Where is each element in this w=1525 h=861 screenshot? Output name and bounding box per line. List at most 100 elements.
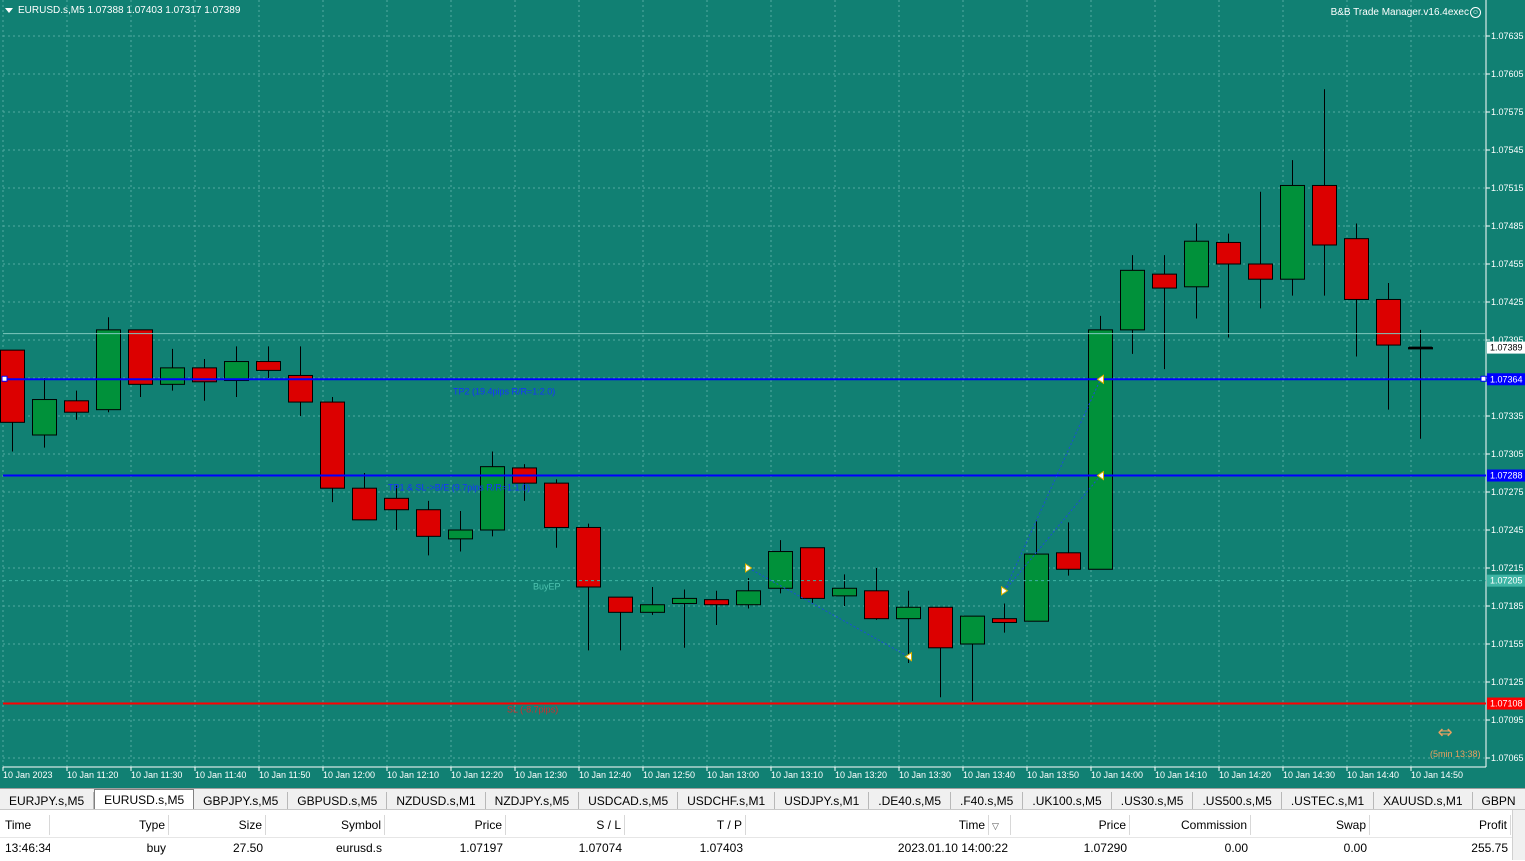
line-handle-icon[interactable]: [1480, 375, 1487, 382]
header-profit[interactable]: Profit: [1370, 815, 1511, 835]
bull-candle[interactable]: [1280, 184, 1305, 280]
bull-candle[interactable]: [672, 597, 697, 604]
time-tick-label: 10 Jan 13:30: [899, 770, 951, 780]
symbol-tab[interactable]: .US500.s,M5: [1193, 792, 1282, 810]
header-tp[interactable]: T / P: [625, 815, 746, 835]
bear-candle[interactable]: [352, 487, 377, 521]
bear-candle[interactable]: [608, 596, 633, 613]
header-time[interactable]: Time: [2, 815, 50, 835]
tp2-price-tag: 1.07364: [1490, 374, 1523, 384]
time-tick-label: 10 Jan 13:10: [771, 770, 823, 780]
bear-candle[interactable]: [1312, 184, 1337, 246]
bull-candle[interactable]: [448, 529, 473, 540]
chart-menu-arrow-icon[interactable]: [5, 8, 13, 13]
bull-candle[interactable]: [640, 604, 665, 613]
header-price[interactable]: Price: [385, 815, 506, 835]
time-tick-label: 10 Jan 11:40: [195, 770, 246, 780]
bear-candle[interactable]: [128, 329, 153, 385]
tp1-label: TP1 & SL->B/E (9.7pips R/R=1:1.0): [388, 483, 530, 493]
bull-candle[interactable]: [32, 399, 57, 436]
price-tick-label: 1.07575: [1491, 107, 1524, 117]
bear-candle[interactable]: [1344, 238, 1369, 300]
symbol-tab[interactable]: NZDUSD.s,M1: [387, 792, 486, 810]
bear-candle[interactable]: [992, 618, 1017, 623]
bull-candle[interactable]: [1120, 269, 1145, 331]
time-tick-label: 10 Jan 11:50: [259, 770, 310, 780]
bear-candle[interactable]: [576, 526, 601, 588]
bull-candle[interactable]: [160, 367, 185, 385]
bull-candle[interactable]: [896, 606, 921, 620]
countdown-label: (5min 13:38): [1430, 749, 1481, 759]
smiley-icon[interactable]: ☺: [1470, 7, 1481, 18]
chart-background: [0, 0, 1525, 788]
symbol-tab[interactable]: USDCHF.s,M1: [678, 792, 776, 810]
symbol-tab[interactable]: XAUUSD.s,M1: [1374, 792, 1473, 810]
time-tick-label: 10 Jan 14:30: [1283, 770, 1335, 780]
bear-candle[interactable]: [1248, 263, 1273, 280]
header-sl[interactable]: S / L: [506, 815, 625, 835]
entry-price-tag: 1.07205: [1490, 576, 1523, 586]
bear-candle[interactable]: [1216, 241, 1241, 265]
trade-row[interactable]: 13:46:34 buy 27.50 eurusd.s 1.07197 1.07…: [0, 837, 1513, 858]
price-tick-label: 1.07065: [1491, 753, 1524, 763]
bull-candle[interactable]: [1184, 240, 1209, 288]
trade-sl: 1.07074: [578, 841, 622, 855]
header-swap[interactable]: Swap: [1251, 815, 1370, 835]
price-tick-label: 1.07215: [1491, 563, 1524, 573]
tab-scroll-arrows-icon[interactable]: [1515, 789, 1525, 809]
price-chart[interactable]: 1.07635 1.07605 1.07575 1.07545 1.07515 1.074…: [0, 0, 1525, 788]
header-symbol[interactable]: Symbol: [266, 815, 385, 835]
symbol-tab[interactable]: EURJPY.s,M5: [0, 792, 95, 810]
symbol-tab[interactable]: GBPUSD.s,M5: [288, 792, 388, 810]
header-close-price[interactable]: Price: [1011, 815, 1130, 835]
bull-candle[interactable]: [768, 551, 793, 589]
symbol-tab[interactable]: EURUSD.s,M5: [94, 789, 195, 810]
bear-candle[interactable]: [704, 599, 729, 606]
bear-candle[interactable]: [0, 349, 25, 423]
bull-candle[interactable]: [960, 615, 985, 645]
vertical-scrollbar[interactable]: [1512, 810, 1525, 860]
bear-candle[interactable]: [864, 590, 889, 620]
bear-candle[interactable]: [64, 400, 89, 413]
bear-candle[interactable]: [384, 497, 409, 511]
bear-candle[interactable]: [256, 361, 281, 371]
symbol-tab[interactable]: GBPJPY.s,M5: [194, 792, 289, 810]
chart-symbol-title: EURUSD.s,M5 1.07388 1.07403 1.07317 1.07…: [18, 5, 241, 16]
header-commission[interactable]: Commission: [1130, 815, 1251, 835]
header-size[interactable]: Size: [169, 815, 266, 835]
bear-candle[interactable]: [800, 547, 825, 599]
bear-candle[interactable]: [1376, 298, 1401, 346]
double-arrow-icon[interactable]: ⇔: [1437, 722, 1452, 743]
symbol-tab[interactable]: USDCAD.s,M5: [579, 792, 679, 810]
bull-candle[interactable]: [736, 590, 761, 606]
last-price-tag: 1.07389: [1490, 343, 1523, 353]
bull-candle[interactable]: [1088, 329, 1113, 570]
bull-candle[interactable]: [96, 329, 121, 411]
bull-candle[interactable]: [224, 361, 249, 382]
sl-label: SL (-8.7pips): [507, 705, 558, 715]
bear-candle[interactable]: [1056, 552, 1081, 570]
bear-candle[interactable]: [416, 509, 441, 537]
symbol-tab[interactable]: NZDJPY.s,M5: [486, 792, 580, 810]
bear-candle[interactable]: [544, 482, 569, 528]
time-tick-label: 10 Jan 12:00: [323, 770, 375, 780]
symbol-tab[interactable]: .USTEC.s,M1: [1282, 792, 1375, 810]
bull-candle[interactable]: [1024, 553, 1049, 622]
symbol-tab[interactable]: .DE40.s,M5: [869, 792, 951, 810]
time-tick-label: 10 Jan 12:30: [515, 770, 567, 780]
line-handle-icon[interactable]: [1, 375, 8, 382]
bear-candle[interactable]: [1152, 273, 1177, 289]
header-close-time[interactable]: Time: [746, 815, 989, 835]
sort-icon[interactable]: ▽: [989, 815, 1011, 835]
bull-candle[interactable]: [832, 587, 857, 597]
symbol-tab[interactable]: .US30.s,M5: [1112, 792, 1194, 810]
symbol-tab[interactable]: USDJPY.s,M1: [775, 792, 870, 810]
header-type[interactable]: Type: [50, 815, 169, 835]
price-tick-label: 1.07095: [1491, 715, 1524, 725]
trade-swap: 0.00: [1343, 841, 1367, 855]
chart-area[interactable]: 1.07635 1.07605 1.07575 1.07545 1.07515 1.074…: [0, 0, 1525, 788]
symbol-tab[interactable]: .F40.s,M5: [951, 792, 1024, 810]
bear-candle[interactable]: [928, 606, 953, 649]
time-tick-label: 10 Jan 14:50: [1411, 770, 1463, 780]
symbol-tab[interactable]: .UK100.s,M5: [1023, 792, 1112, 810]
